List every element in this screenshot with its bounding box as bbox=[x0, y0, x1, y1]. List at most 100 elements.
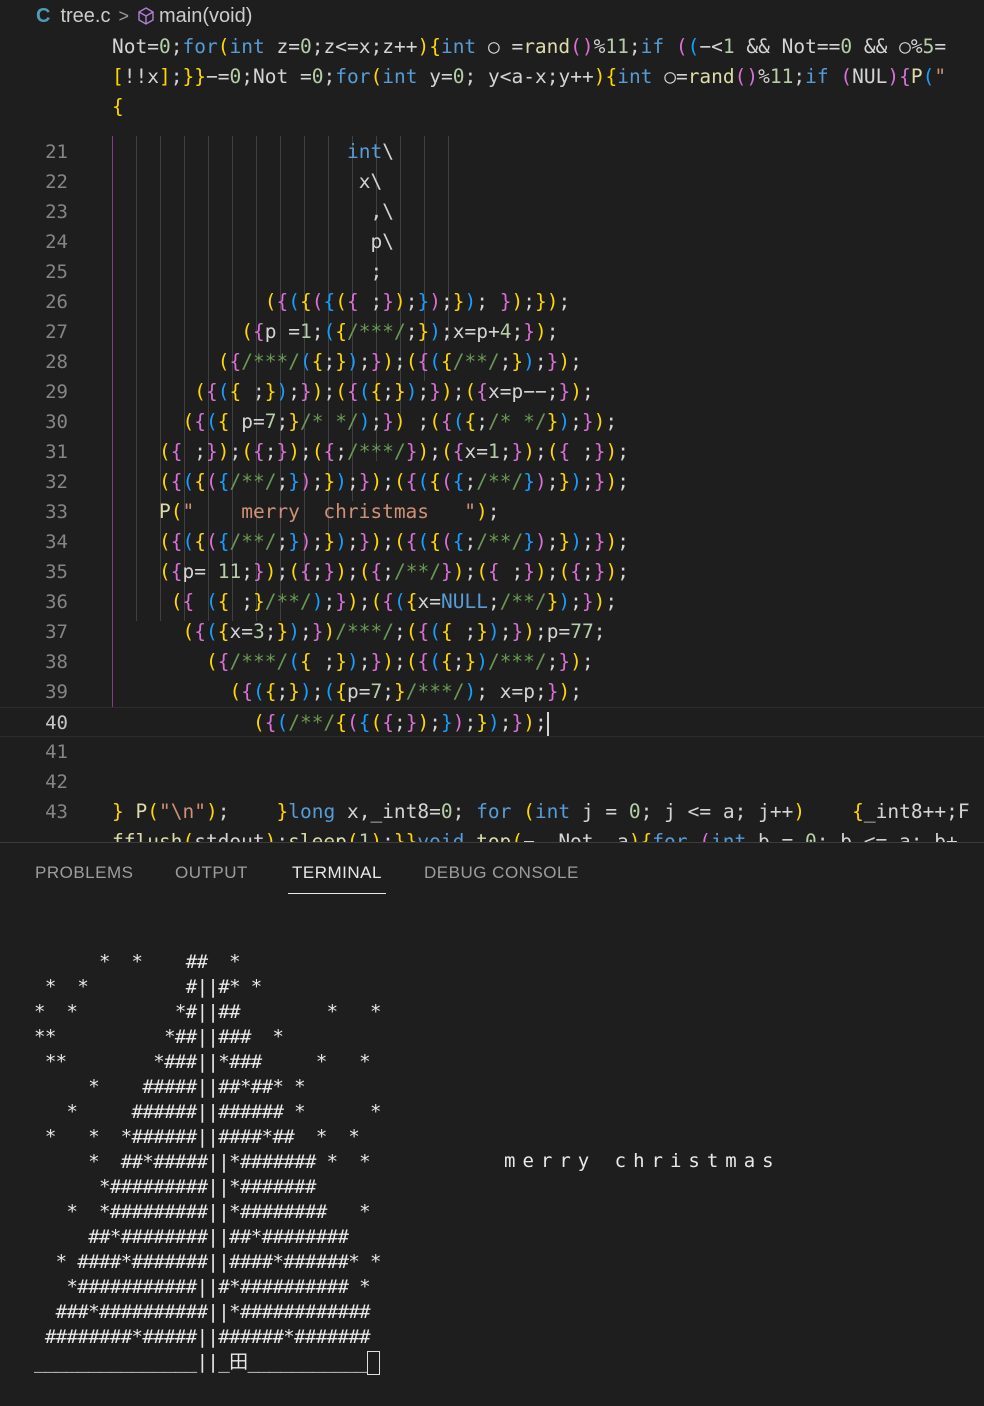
panel-tab-bar: PROBLEMS OUTPUT TERMINAL DEBUG CONSOLE bbox=[0, 842, 984, 899]
terminal-output-line: ##*########||##*######## bbox=[34, 1226, 349, 1248]
line-number: 34 bbox=[45, 531, 68, 553]
code-line[interactable]: 25 ; bbox=[0, 257, 984, 287]
code-text: ({/***/({;});});({({/**/;});}); bbox=[217, 350, 582, 373]
terminal-output-line: * ##*#####||*####### * * bbox=[34, 1151, 371, 1173]
terminal-output-line: * ####*#######||####*######* * bbox=[34, 1251, 382, 1273]
terminal-output-line: * * #||#* * bbox=[34, 976, 262, 998]
tab-problems[interactable]: PROBLEMS bbox=[35, 863, 133, 883]
line-number: 30 bbox=[45, 411, 68, 433]
terminal-output-line: _______________||_田___________ bbox=[34, 1350, 380, 1375]
code-text: ({({ p=7;}/* */);}) ;({({;/* */});}); bbox=[182, 410, 618, 433]
code-text: int\ bbox=[347, 140, 394, 163]
terminal-output-line: * #####||##*##* * bbox=[34, 1076, 305, 1098]
line-number: 23 bbox=[45, 201, 68, 223]
code-text: ({ ({ ;}/**/);});({({x=NULL;/**/});}); bbox=[170, 590, 618, 613]
code-line[interactable]: 32 ({({({/**/;});});});({({({;/**/});});… bbox=[0, 467, 984, 497]
code-line[interactable]: 26 ({({({({ ;});});}); });}); bbox=[0, 287, 984, 317]
code-text: ; bbox=[370, 260, 383, 283]
line-number: 33 bbox=[45, 501, 68, 523]
code-line[interactable]: 41 bbox=[0, 737, 984, 767]
line-number: 32 bbox=[45, 471, 68, 493]
cube-icon bbox=[138, 7, 154, 25]
code-line[interactable]: 23 ,\ bbox=[0, 197, 984, 227]
code-text: ({(/**/{({({;});});});}); bbox=[253, 711, 549, 736]
tab-debug-console[interactable]: DEBUG CONSOLE bbox=[424, 863, 579, 883]
code-text: P(" merry christmas "); bbox=[159, 500, 500, 523]
line-number: 26 bbox=[45, 291, 68, 313]
code-line[interactable]: 42 bbox=[0, 767, 984, 797]
code-text: ({({;});({p=7;}/***/); x=p;}); bbox=[229, 680, 582, 703]
line-number: 27 bbox=[45, 321, 68, 343]
code-text: ({({ ;});});({({;});});({x=p−−;}); bbox=[194, 380, 594, 403]
text-cursor bbox=[546, 711, 549, 736]
code-line[interactable]: 38 ({/***/({ ;});});({({;})/***/;}); bbox=[0, 647, 984, 677]
terminal[interactable]: * * ## * * * #||#* * * * *#||## * * ** *##… bbox=[0, 898, 984, 1406]
code-text: ({({({({ ;});});}); });}); bbox=[264, 290, 571, 313]
line-number: 22 bbox=[45, 171, 68, 193]
breadcrumb: C tree.c > main(void) bbox=[0, 0, 984, 32]
breadcrumb-file[interactable]: tree.c bbox=[60, 5, 110, 28]
code-text: { bbox=[112, 95, 124, 118]
code-editor[interactable]: Not=0;for(int z=0;z<=x;z++){int ○ =rand(… bbox=[0, 32, 984, 842]
code-text: [!!x];}}−=0;Not =0;for(int y=0; y<a-x;y+… bbox=[112, 65, 947, 88]
line-number: 35 bbox=[45, 561, 68, 583]
code-line[interactable]: 24 p\ bbox=[0, 227, 984, 257]
code-text: ({({x=3;});})/***/;({({ ;});});p=77; bbox=[182, 620, 606, 643]
code-line[interactable]: { bbox=[0, 92, 984, 122]
terminal-output-line: *#########||*####### bbox=[34, 1176, 316, 1198]
terminal-output-line: ###*##########||*############ bbox=[34, 1301, 371, 1323]
terminal-output-line: ** *##||### * bbox=[34, 1026, 284, 1048]
code-line[interactable]: 27 ({p =1;({/***/;});x=p+4;}); bbox=[0, 317, 984, 347]
breadcrumb-symbol[interactable]: main(void) bbox=[159, 5, 252, 28]
terminal-message: merry christmas bbox=[504, 1150, 781, 1172]
code-text: ({ ;});({;});({;/***/});({x=1;});({ ;}); bbox=[159, 440, 629, 463]
code-line[interactable]: 39 ({({;});({p=7;}/***/); x=p;}); bbox=[0, 677, 984, 707]
code-text: x\ bbox=[358, 170, 383, 193]
tab-output[interactable]: OUTPUT bbox=[175, 863, 248, 883]
terminal-output-line: * ######||###### * * bbox=[34, 1101, 382, 1123]
code-line[interactable]: 36 ({ ({ ;}/**/);});({({x=NULL;/**/});})… bbox=[0, 587, 984, 617]
code-line[interactable]: 22 x\ bbox=[0, 167, 984, 197]
chevron-right-icon: > bbox=[118, 5, 129, 26]
code-text: ({/***/({ ;});});({({;})/***/;}); bbox=[206, 650, 594, 673]
line-number: 37 bbox=[45, 621, 68, 643]
code-line[interactable]: 35 ({p= 11;});({;});({;/**/});({ ;});({;… bbox=[0, 557, 984, 587]
code-line[interactable]: 21 int\ bbox=[0, 137, 984, 167]
code-line[interactable]: 40 ({(/**/{({({;});});});}); bbox=[0, 707, 984, 737]
terminal-output-line: * * ## * bbox=[34, 951, 241, 973]
line-number: 42 bbox=[45, 771, 68, 793]
code-line[interactable]: 37 ({({x=3;});})/***/;({({ ;});});p=77; bbox=[0, 617, 984, 647]
line-number: 36 bbox=[45, 591, 68, 613]
code-line[interactable]: 31 ({ ;});({;});({;/***/});({x=1;});({ ;… bbox=[0, 437, 984, 467]
code-line[interactable]: Not=0;for(int z=0;z<=x;z++){int ○ =rand(… bbox=[0, 32, 984, 62]
terminal-output-line: ########*#####||######*####### bbox=[34, 1326, 371, 1348]
line-number: 38 bbox=[45, 651, 68, 673]
line-number: 40 bbox=[45, 712, 68, 734]
code-line[interactable]: fflush(stdout);sleep(1);}}void top(−, No… bbox=[0, 827, 984, 842]
code-text: ,\ bbox=[370, 200, 395, 223]
code-text: fflush(stdout);sleep(1);}}void top(−, No… bbox=[112, 830, 958, 842]
terminal-cursor bbox=[366, 1350, 380, 1375]
code-line[interactable]: 33 P(" merry christmas "); bbox=[0, 497, 984, 527]
tab-terminal[interactable]: TERMINAL bbox=[288, 863, 386, 894]
code-text: ({p =1;({/***/;});x=p+4;}); bbox=[241, 320, 559, 343]
terminal-output-line: * *#########||*######## * bbox=[34, 1201, 371, 1223]
code-text: ({({({/**/;});});});({({({;/**/});});}); bbox=[159, 470, 629, 493]
code-line[interactable]: 28 ({/***/({;});});({({/**/;});}); bbox=[0, 347, 984, 377]
line-number: 31 bbox=[45, 441, 68, 463]
c-file-icon: C bbox=[36, 4, 51, 27]
code-text: p\ bbox=[370, 230, 395, 253]
code-line[interactable]: 43} P("\n"); }long x,_int8=0; for (int j… bbox=[0, 797, 984, 827]
code-line[interactable]: [!!x];}}−=0;Not =0;for(int y=0; y<a-x;y+… bbox=[0, 62, 984, 92]
terminal-output-line: ** *###||*### * * bbox=[34, 1051, 371, 1073]
line-number: 28 bbox=[45, 351, 68, 373]
terminal-output-line: *###########||#*########## * bbox=[34, 1276, 371, 1298]
code-text: ({({({/**/;});});});({({({;/**/});});}); bbox=[159, 530, 629, 553]
code-line[interactable]: 30 ({({ p=7;}/* */);}) ;({({;/* */});}); bbox=[0, 407, 984, 437]
code-text: ({p= 11;});({;});({;/**/});({ ;});({;}); bbox=[159, 560, 629, 583]
code-text: Not=0;for(int z=0;z<=x;z++){int ○ =rand(… bbox=[112, 35, 947, 58]
line-number: 24 bbox=[45, 231, 68, 253]
code-line[interactable]: 29 ({({ ;});});({({;});});({x=p−−;}); bbox=[0, 377, 984, 407]
code-line[interactable]: 34 ({({({/**/;});});});({({({;/**/});});… bbox=[0, 527, 984, 557]
terminal-output-line: * * *#||## * * bbox=[34, 1001, 381, 1023]
